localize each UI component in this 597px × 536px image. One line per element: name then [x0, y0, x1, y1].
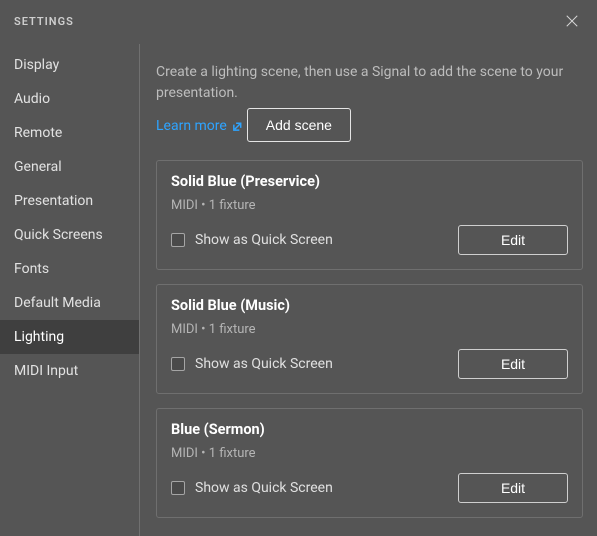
add-scene-button[interactable]: Add scene — [247, 108, 351, 142]
edit-label: Edit — [501, 480, 525, 496]
scene-bottom-row: Show as Quick Screen Edit — [171, 473, 568, 503]
scene-card: Solid Blue (Music) MIDI • 1 fixture Show… — [156, 284, 583, 394]
sidebar-item-default-media[interactable]: Default Media — [0, 286, 139, 320]
scene-meta: MIDI • 1 fixture — [171, 198, 568, 213]
sidebar-item-quick-screens[interactable]: Quick Screens — [0, 218, 139, 252]
sidebar-item-label: Quick Screens — [14, 227, 103, 243]
quick-screen-checkbox[interactable] — [171, 233, 185, 247]
sidebar-item-label: MIDI Input — [14, 363, 78, 379]
sidebar-item-midi-input[interactable]: MIDI Input — [0, 354, 139, 388]
sidebar-item-label: General — [14, 159, 62, 175]
sidebar-item-lighting[interactable]: Lighting — [0, 320, 139, 354]
sidebar-item-label: Lighting — [14, 329, 64, 345]
sidebar-item-label: Fonts — [14, 261, 49, 277]
content-pane: Create a lighting scene, then use a Sign… — [140, 44, 597, 536]
sidebar-item-audio[interactable]: Audio — [0, 82, 139, 116]
edit-button[interactable]: Edit — [458, 225, 568, 255]
quick-screen-checkbox-row[interactable]: Show as Quick Screen — [171, 356, 333, 372]
quick-screen-checkbox-row[interactable]: Show as Quick Screen — [171, 232, 333, 248]
sidebar-item-fonts[interactable]: Fonts — [0, 252, 139, 286]
quick-screen-checkbox[interactable] — [171, 357, 185, 371]
scene-meta: MIDI • 1 fixture — [171, 446, 568, 461]
learn-more-label: Learn more — [156, 118, 227, 134]
learn-more-link[interactable]: Learn more — [156, 118, 243, 134]
checkbox-label: Show as Quick Screen — [195, 356, 333, 372]
edit-button[interactable]: Edit — [458, 349, 568, 379]
scene-title: Blue (Sermon) — [171, 421, 568, 438]
window-title: SETTINGS — [14, 15, 74, 28]
sidebar-item-label: Remote — [14, 125, 62, 141]
quick-screen-checkbox[interactable] — [171, 481, 185, 495]
close-icon — [563, 12, 581, 30]
sidebar-item-label: Presentation — [14, 193, 93, 209]
checkbox-label: Show as Quick Screen — [195, 232, 333, 248]
body: Display Audio Remote General Presentatio… — [0, 44, 597, 536]
sidebar: Display Audio Remote General Presentatio… — [0, 44, 140, 536]
quick-screen-checkbox-row[interactable]: Show as Quick Screen — [171, 480, 333, 496]
add-scene-label: Add scene — [266, 117, 332, 133]
edit-label: Edit — [501, 232, 525, 248]
scene-title: Solid Blue (Preservice) — [171, 173, 568, 190]
scene-card: Blue (Sermon) MIDI • 1 fixture Show as Q… — [156, 408, 583, 518]
scene-meta: MIDI • 1 fixture — [171, 322, 568, 337]
scene-bottom-row: Show as Quick Screen Edit — [171, 349, 568, 379]
external-link-icon — [232, 121, 243, 132]
edit-button[interactable]: Edit — [458, 473, 568, 503]
scene-card: Solid Blue (Preservice) MIDI • 1 fixture… — [156, 160, 583, 270]
titlebar: SETTINGS — [0, 0, 597, 44]
scene-title: Solid Blue (Music) — [171, 297, 568, 314]
sidebar-item-remote[interactable]: Remote — [0, 116, 139, 150]
sidebar-item-label: Audio — [14, 91, 50, 107]
settings-window: SETTINGS Display Audio Remote General Pr… — [0, 0, 597, 536]
sidebar-item-label: Display — [14, 57, 59, 73]
checkbox-label: Show as Quick Screen — [195, 480, 333, 496]
edit-label: Edit — [501, 356, 525, 372]
sidebar-item-display[interactable]: Display — [0, 48, 139, 82]
sidebar-item-presentation[interactable]: Presentation — [0, 184, 139, 218]
sidebar-item-general[interactable]: General — [0, 150, 139, 184]
scene-bottom-row: Show as Quick Screen Edit — [171, 225, 568, 255]
intro-text: Create a lighting scene, then use a Sign… — [156, 62, 583, 104]
close-button[interactable] — [561, 10, 583, 32]
sidebar-item-label: Default Media — [14, 295, 101, 311]
